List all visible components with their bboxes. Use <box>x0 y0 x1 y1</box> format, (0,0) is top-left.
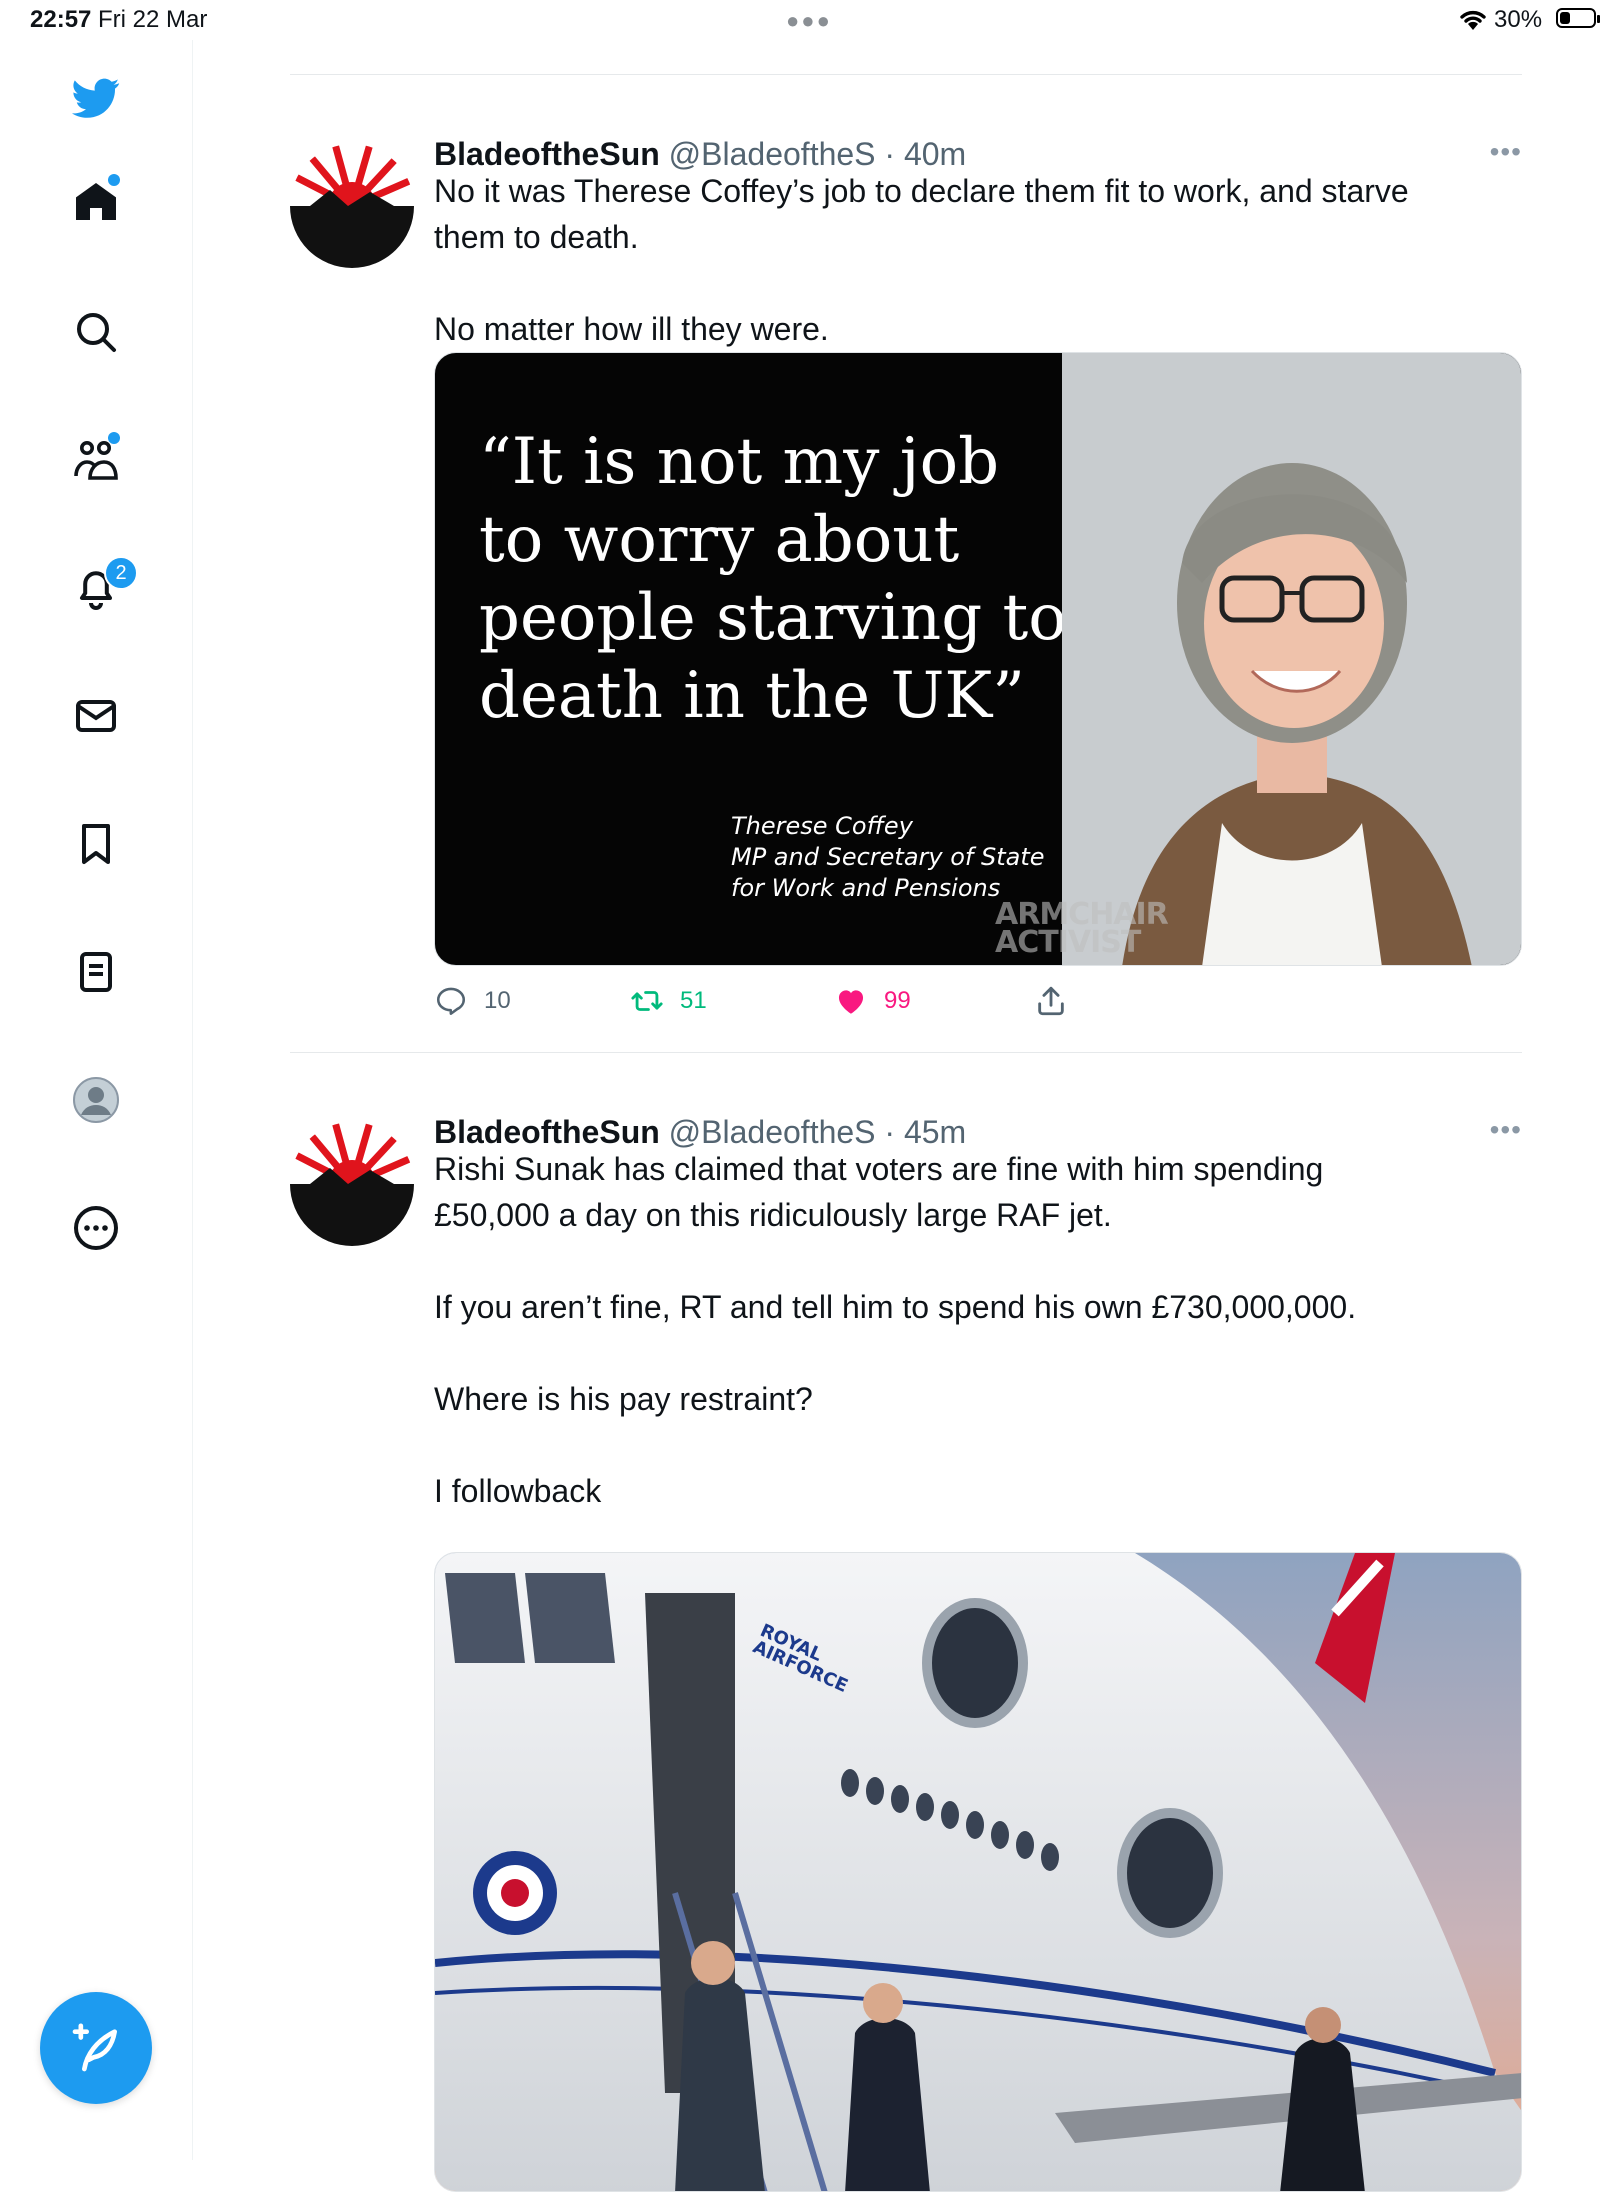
retweet-icon <box>631 991 663 1011</box>
notifications-icon[interactable]: 2 <box>68 556 138 616</box>
home-icon[interactable] <box>68 174 124 230</box>
portrait-image <box>1062 353 1521 965</box>
battery-icon <box>1556 8 1600 28</box>
tweet-image[interactable]: “It is not my job to worry about people … <box>434 352 1522 966</box>
notifications-badge: 2 <box>104 556 138 590</box>
author-handle[interactable]: @BladeoftheS <box>669 136 876 172</box>
tweet[interactable]: BladeoftheSun @BladeoftheS · 40m ••• No … <box>290 106 1522 1086</box>
home-notification-dot <box>108 174 120 186</box>
image-caption-text: Therese Coffey MP and Secretary of State… <box>731 812 1045 902</box>
tweet[interactable]: BladeoftheSun @BladeoftheS · 45m ••• Ris… <box>290 1084 1522 2192</box>
sidebar-nav: 2 <box>0 40 193 2160</box>
search-icon[interactable] <box>68 304 124 360</box>
author-handle[interactable]: @BladeoftheS <box>669 1114 876 1150</box>
heart-icon <box>838 990 864 1014</box>
retweet-button[interactable]: 51 <box>630 984 707 1018</box>
more-options-icon[interactable] <box>68 1200 124 1256</box>
reply-icon <box>436 987 466 1016</box>
rafjet-image <box>435 1553 1521 2191</box>
compose-tweet-button[interactable] <box>40 1992 152 2104</box>
top-divider <box>290 74 1522 75</box>
author-avatar[interactable] <box>290 1122 414 1246</box>
like-button[interactable]: 99 <box>834 984 911 1018</box>
tweet-more-icon[interactable]: ••• <box>1490 136 1522 168</box>
share-button[interactable] <box>1034 984 1068 1018</box>
status-date: Fri 22 Mar <box>98 6 208 33</box>
image-watermark: ARMCHAIR ACTIVIST <box>995 897 1169 960</box>
feather-plus-icon <box>72 2023 117 2072</box>
communities-notification-dot <box>108 432 120 444</box>
multitasking-dots-icon[interactable]: ●●● <box>786 8 832 34</box>
reply-count: 10 <box>484 987 511 1014</box>
tweet-actions: 10 51 99 <box>434 984 1134 1028</box>
tweet-time[interactable]: 45m <box>904 1114 966 1150</box>
retweet-count: 51 <box>680 987 707 1014</box>
tweet-text: No it was Therese Coffey’s job to declar… <box>434 173 1409 347</box>
tweet-time[interactable]: 40m <box>904 136 966 172</box>
wifi-icon <box>1460 10 1486 30</box>
reply-button[interactable]: 10 <box>434 984 511 1018</box>
tweet-text: Rishi Sunak has claimed that voters are … <box>434 1151 1357 1509</box>
battery-percent: 30% <box>1494 6 1543 33</box>
messages-icon[interactable] <box>68 688 124 744</box>
tweet-more-icon[interactable]: ••• <box>1490 1114 1522 1146</box>
bookmarks-icon[interactable] <box>68 816 124 872</box>
separator-dot: · <box>875 136 904 172</box>
twitter-logo-icon[interactable] <box>68 70 124 126</box>
author-name[interactable]: BladeoftheSun <box>434 136 660 172</box>
like-count: 99 <box>884 987 911 1014</box>
profile-avatar-icon[interactable] <box>68 1072 124 1128</box>
author-name[interactable]: BladeoftheSun <box>434 1114 660 1150</box>
tweet-divider <box>290 1052 1522 1053</box>
status-bar: 22:57 Fri 22 Mar ●●● 30% <box>0 0 1620 40</box>
separator-dot: · <box>875 1114 904 1150</box>
author-avatar[interactable] <box>290 144 414 268</box>
tweet-image[interactable]: ROYAL AIRFORCE <box>434 1552 1522 2192</box>
lists-icon[interactable] <box>68 944 124 1000</box>
status-time: 22:57 <box>30 6 92 33</box>
communities-icon[interactable] <box>68 432 124 488</box>
share-icon <box>1038 986 1064 1016</box>
image-quote-text: “It is not my job to worry about people … <box>479 425 1067 733</box>
